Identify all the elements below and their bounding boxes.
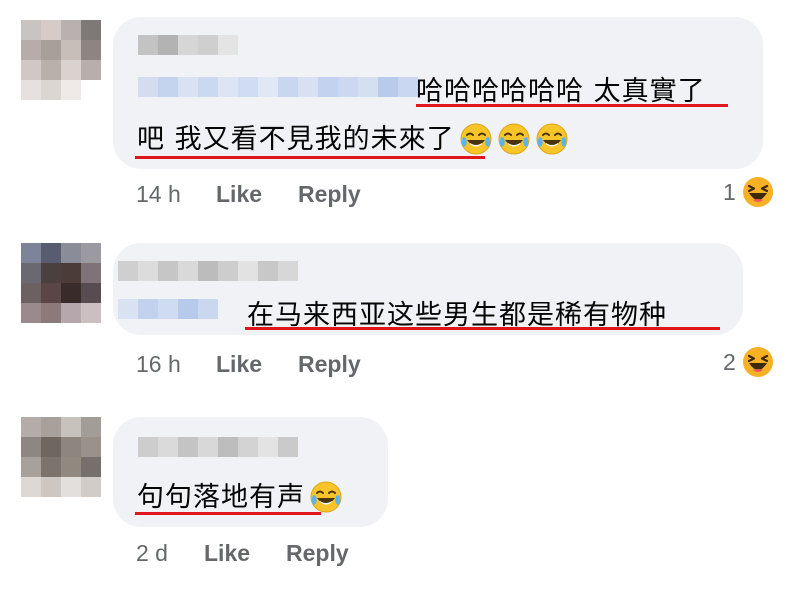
reply-button[interactable]: Reply bbox=[286, 540, 349, 567]
reply-button[interactable]: Reply bbox=[298, 181, 361, 208]
reaction-count: 1 bbox=[723, 178, 736, 205]
reaction-count: 2 bbox=[723, 348, 736, 375]
commenter-tag[interactable] bbox=[138, 77, 418, 97]
avatar[interactable] bbox=[21, 20, 101, 100]
comment-text-line: 吧 我又看不見我的未來了 bbox=[137, 124, 455, 155]
reaction-summary[interactable]: 2 bbox=[723, 346, 774, 378]
comment-text: 哈哈哈哈哈哈 太真實了 bbox=[416, 76, 706, 107]
timestamp[interactable]: 16 h bbox=[136, 351, 181, 378]
tears-of-joy-icon bbox=[459, 122, 493, 156]
comment-text: 句句落地有声 bbox=[137, 482, 305, 513]
highlight-underline bbox=[135, 156, 485, 159]
like-button[interactable]: Like bbox=[216, 351, 262, 378]
commenter-name[interactable] bbox=[118, 261, 298, 281]
commenter-tag[interactable] bbox=[118, 299, 218, 319]
comment-bubble: 句句落地有声 bbox=[113, 417, 388, 527]
comment-actions: 2 d Like Reply bbox=[136, 540, 436, 568]
laughing-reaction-icon bbox=[742, 176, 774, 208]
highlight-underline bbox=[135, 512, 321, 515]
timestamp[interactable]: 14 h bbox=[136, 181, 181, 208]
highlight-underline bbox=[245, 327, 720, 330]
comment-bubble: 哈哈哈哈哈哈 太真實了 吧 我又看不見我的未來了 bbox=[113, 17, 763, 169]
comment-bubble: 在马来西亚这些男生都是稀有物种 bbox=[113, 243, 743, 335]
like-button[interactable]: Like bbox=[204, 540, 250, 567]
like-button[interactable]: Like bbox=[216, 181, 262, 208]
comment-text-continued: 吧 我又看不見我的未來了 bbox=[137, 117, 569, 158]
comment-text-continued: 句句落地有声 bbox=[137, 475, 343, 516]
comment-actions: 16 h Like Reply bbox=[136, 351, 436, 379]
commenter-name[interactable] bbox=[138, 35, 238, 55]
laughing-reaction-icon bbox=[742, 346, 774, 378]
tears-of-joy-icon bbox=[535, 122, 569, 156]
tears-of-joy-icon bbox=[497, 122, 531, 156]
timestamp[interactable]: 2 d bbox=[136, 540, 168, 567]
tears-of-joy-icon bbox=[309, 480, 343, 514]
reply-button[interactable]: Reply bbox=[298, 351, 361, 378]
comment-actions: 14 h Like Reply bbox=[136, 181, 436, 209]
highlight-underline bbox=[416, 104, 728, 107]
reaction-summary[interactable]: 1 bbox=[723, 176, 774, 208]
commenter-name[interactable] bbox=[138, 437, 298, 457]
avatar[interactable] bbox=[21, 417, 101, 497]
avatar[interactable] bbox=[21, 243, 101, 323]
